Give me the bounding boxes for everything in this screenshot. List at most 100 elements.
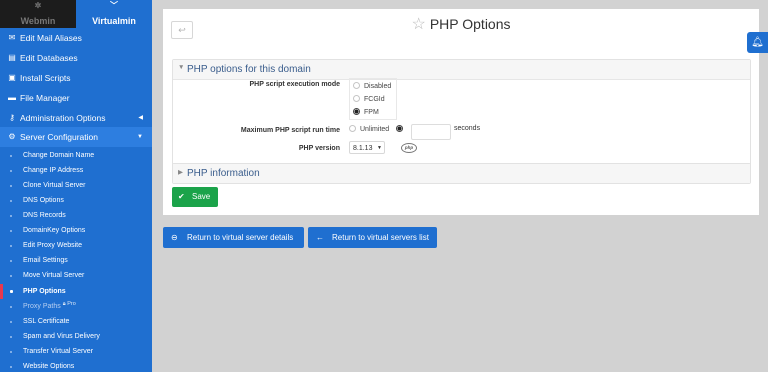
sidebar-item-file-manager[interactable]: ▬ File Manager — [0, 88, 152, 108]
scripts-icon: ▣ — [8, 73, 16, 82]
radio-label: Unlimited — [360, 126, 390, 133]
radio-label: FPM — [364, 109, 379, 116]
sidebar-subitem-change-domain-name[interactable]: Change Domain Name — [0, 148, 152, 163]
exec-mode-option-fpm[interactable]: FPM — [353, 106, 379, 119]
sidebar-subitem-domainkey-options[interactable]: DomainKey Options — [0, 223, 152, 238]
arrow-left-icon: ← — [316, 233, 324, 242]
sidebar-item-label: File Manager — [20, 93, 70, 103]
sidebar-subitem-dns-options[interactable]: DNS Options — [0, 193, 152, 208]
sidebar-subitem-label: DomainKey Options — [23, 227, 86, 234]
tab-virtualmin[interactable]: ﹀ Virtualmin — [76, 0, 152, 28]
chevron-down-icon: ▼ — [137, 134, 143, 140]
sidebar-subitem-label: Proxy Paths — [23, 303, 61, 310]
save-button[interactable]: ✔ Save — [172, 187, 218, 207]
sidebar-tabs: ✲ Webmin ﹀ Virtualmin — [0, 0, 152, 28]
sidebar-subitem-label-wrap: Proxy Paths 🔒︎ Pro — [23, 299, 76, 315]
runtime-custom-option[interactable] — [396, 123, 407, 136]
sidebar-subitem-clone-virtual-server[interactable]: Clone Virtual Server — [0, 178, 152, 193]
radio-label: FCGId — [364, 96, 385, 103]
mail-icon: ✉ — [8, 33, 16, 42]
sidebar-subitem-label: PHP Options — [23, 288, 66, 295]
sidebar-item-edit-mail-aliases[interactable]: ✉ Edit Mail Aliases — [0, 28, 152, 48]
radio-button[interactable] — [353, 94, 360, 102]
sidebar-subitem-change-ip-address[interactable]: Change IP Address — [0, 163, 152, 178]
section-title: PHP information — [187, 168, 260, 179]
php-version-select[interactable]: 8.1.13 ▼ — [349, 141, 385, 154]
php-information-section: ▶ PHP information — [172, 163, 751, 184]
bullet-icon — [10, 290, 13, 293]
bullet-icon — [10, 230, 12, 232]
sidebar-subitem-label: Spam and Virus Delivery — [23, 333, 100, 340]
sidebar-subitem-label: DNS Options — [23, 197, 64, 204]
radio-button-selected[interactable] — [396, 124, 403, 132]
star-icon[interactable]: ☆ — [411, 16, 425, 33]
sidebar-item-label: Server Configuration — [20, 132, 98, 142]
sidebar-subitem-label: DNS Records — [23, 212, 66, 219]
radio-button[interactable] — [349, 124, 356, 132]
radio-label: Disabled — [364, 83, 392, 90]
bullet-icon — [10, 366, 12, 368]
sidebar-subitem-php-options[interactable]: PHP Options — [0, 284, 152, 299]
button-label: Return to virtual servers list — [332, 233, 429, 242]
sidebar-item-administration-options[interactable]: ⚷ Administration Options ◀ — [0, 108, 152, 128]
return-to-server-list-button[interactable]: ← Return to virtual servers list — [308, 227, 437, 248]
php-options-section-header[interactable]: ▼ PHP options for this domain — [173, 60, 750, 80]
page-title: ☆ PHP Options — [163, 14, 759, 35]
arrow-circle-left-icon: ⊖ — [171, 233, 178, 242]
radio-button[interactable] — [353, 81, 360, 89]
exec-mode-option-fcgid[interactable]: FCGId — [353, 93, 385, 106]
sidebar-subitem-label: Move Virtual Server — [23, 272, 85, 279]
save-button-label: Save — [192, 192, 211, 201]
exec-mode-radio-group: Disabled FCGId FPM — [349, 78, 397, 120]
sidebar-item-label: Install Scripts — [20, 73, 71, 83]
tab-virtualmin-label: Virtualmin — [92, 16, 136, 26]
php-options-section: ▼ PHP options for this domain PHP script… — [172, 59, 751, 169]
sidebar-subitem-label: Email Settings — [23, 257, 68, 264]
bullet-icon — [10, 170, 12, 172]
sidebar-subitem-proxy-paths[interactable]: Proxy Paths 🔒︎ Pro — [0, 299, 152, 314]
bullet-icon — [10, 155, 12, 157]
sidebar-subitem-dns-records[interactable]: DNS Records — [0, 208, 152, 223]
bullet-icon — [10, 275, 12, 277]
sidebar-subitem-email-settings[interactable]: Email Settings — [0, 253, 152, 268]
sidebar-subitem-transfer-virtual-server[interactable]: Transfer Virtual Server — [0, 344, 152, 359]
key-icon: ⚷ — [9, 113, 15, 122]
bullet-icon — [10, 215, 12, 217]
page-title-text: PHP Options — [429, 16, 511, 32]
sidebar-subitem-move-virtual-server[interactable]: Move Virtual Server — [0, 268, 152, 283]
sidebar-subitem-website-options[interactable]: Website Options — [0, 359, 152, 372]
sidebar-subitem-spam-and-virus-delivery[interactable]: Spam and Virus Delivery — [0, 329, 152, 344]
exec-mode-option-disabled[interactable]: Disabled — [353, 80, 391, 93]
webmin-logo-icon: ✲ — [34, 1, 42, 10]
chevron-right-icon: ▶ — [178, 169, 183, 176]
bullet-icon — [10, 260, 12, 262]
sidebar-item-label: Administration Options — [20, 113, 106, 123]
section-title: PHP options for this domain — [187, 64, 311, 75]
bullet-icon — [10, 306, 12, 308]
check-circle-icon: ✔ — [178, 192, 185, 201]
chevron-left-icon: ◀ — [138, 115, 143, 121]
bullet-icon — [10, 336, 12, 338]
return-to-server-details-button[interactable]: ⊖ Return to virtual server details — [163, 227, 304, 248]
sidebar-subitem-label: Change Domain Name — [23, 152, 95, 159]
sidebar-item-edit-databases[interactable]: ▤ Edit Databases — [0, 48, 152, 68]
sidebar-item-server-configuration[interactable]: ⚙ Server Configuration ▼ — [0, 127, 152, 147]
runtime-unlimited-option[interactable]: Unlimited — [349, 123, 389, 136]
php-information-section-header[interactable]: ▶ PHP information — [173, 164, 750, 183]
radio-button-selected[interactable] — [353, 107, 360, 115]
sidebar-subitem-edit-proxy-website[interactable]: Edit Proxy Website — [0, 238, 152, 253]
folder-icon: ▬ — [8, 93, 16, 102]
bullet-icon — [10, 245, 12, 247]
sidebar-item-install-scripts[interactable]: ▣ Install Scripts — [0, 68, 152, 88]
sidebar-subitem-label: Transfer Virtual Server — [23, 348, 94, 355]
notifications-bell-icon[interactable]: 🔔︎ — [747, 32, 768, 53]
tab-webmin-label: Webmin — [20, 16, 56, 26]
gears-icon: ⚙ — [8, 132, 16, 141]
pro-badge: 🔒︎ Pro — [62, 301, 76, 307]
max-runtime-label: Maximum PHP script run time — [240, 127, 340, 134]
runtime-seconds-input[interactable] — [411, 124, 451, 140]
sidebar-subitem-label: Website Options — [23, 363, 75, 370]
sidebar-subitem-ssl-certificate[interactable]: SSL Certificate — [0, 314, 152, 329]
tab-webmin[interactable]: ✲ Webmin — [0, 0, 76, 28]
php-version-label: PHP version — [298, 145, 340, 152]
